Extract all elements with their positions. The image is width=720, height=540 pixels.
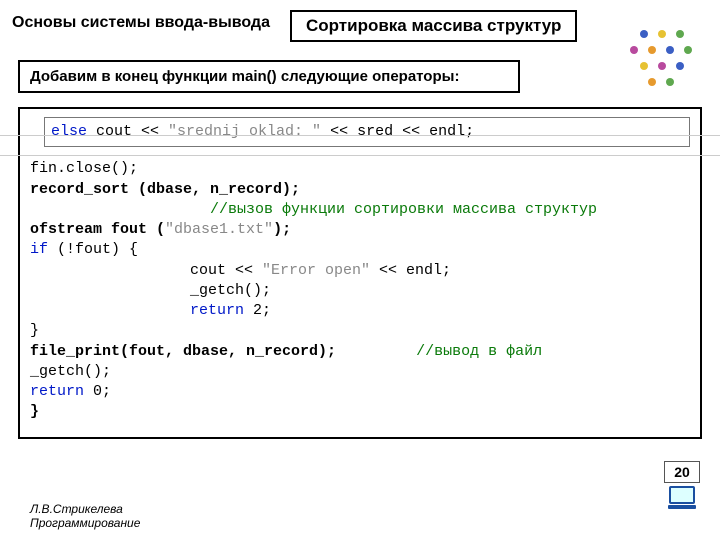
header-topic: Основы системы ввода-вывода [12,10,270,32]
code-line: file_print(fout, dbase, n_record);//выво… [30,342,690,362]
code-comment: //вызов функции сортировки массива струк… [30,200,690,220]
code-line: cout << "Error open" << endl; [30,261,690,281]
header-title-box: Сортировка массива структур [290,10,577,42]
kw-else: else [51,123,87,140]
code-line: fin.close(); [30,159,690,179]
page-indicator: 20 [664,461,700,510]
code-line: record_sort (dbase, n_record); [30,180,690,200]
code-line: } [30,402,690,422]
code-line: if (!fout) { [30,240,690,260]
code-line: _getch(); [30,281,690,301]
code-block: else cout << "srednij oklad: " << sred <… [18,107,702,439]
computer-icon [667,486,697,510]
code-line: _getch(); [30,362,690,382]
subheading-box: Добавим в конец функции main() следующие… [18,60,520,93]
code-line: return 2; [30,301,690,321]
code-line: return 0; [30,382,690,402]
footer-author: Л.В.Стрикелева Программирование [30,502,140,530]
code-line: ofstream fout ("dbase1.txt"); [30,220,690,240]
header: Основы системы ввода-вывода Сортировка м… [0,0,720,42]
code-line: } [30,321,690,341]
page-number: 20 [664,461,700,483]
code-highlight-line: else cout << "srednij oklad: " << sred <… [44,117,690,147]
decorative-dots [630,30,700,100]
